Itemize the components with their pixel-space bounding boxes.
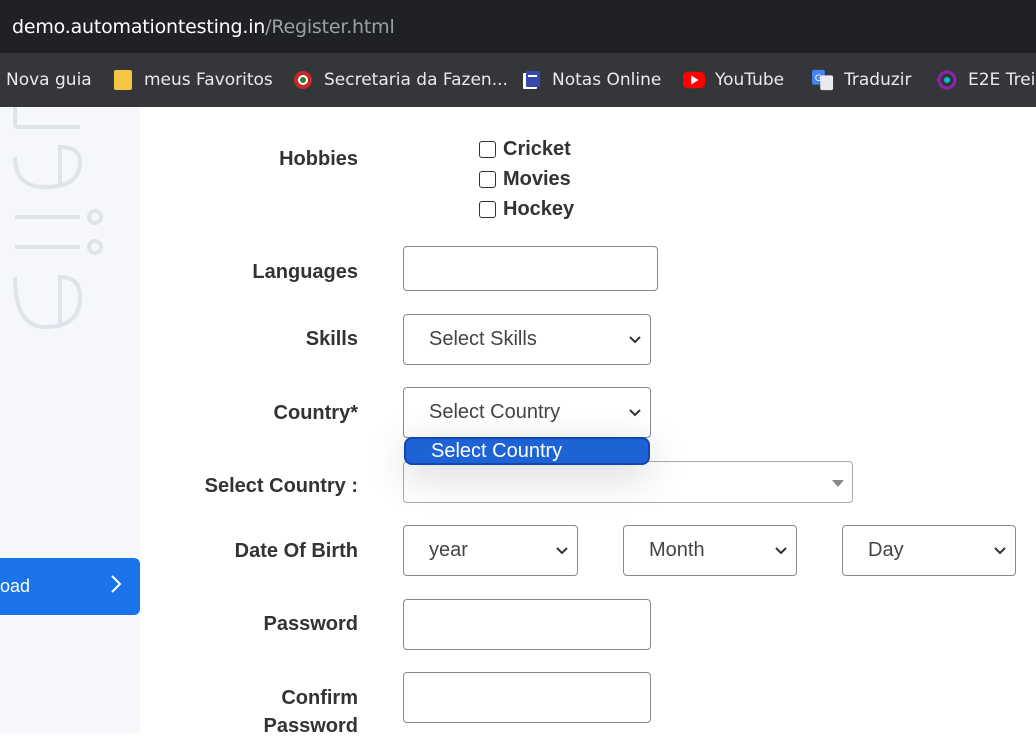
google-translate-icon: G — [812, 69, 834, 91]
svg-text:G: G — [815, 73, 822, 84]
chevron-down-icon — [994, 546, 1006, 554]
dob-year-select[interactable]: year — [403, 525, 578, 576]
bookmark-label: Nova guia — [6, 70, 92, 90]
skills-select[interactable]: Select Skills — [403, 314, 651, 365]
bookmark-label: E2E Trein — [968, 70, 1036, 90]
hobby-label: Hockey — [503, 198, 575, 220]
hobby-hockey[interactable]: Hockey — [479, 198, 574, 221]
bookmark-youtube[interactable]: YouTube — [683, 53, 784, 107]
skills-select-value: Select Skills — [429, 328, 537, 350]
sp-emblem-icon — [292, 69, 314, 91]
languages-input[interactable] — [403, 246, 658, 291]
chevron-right-icon — [110, 574, 122, 599]
bookmarks-bar: Nova guia meus Favoritos Secretaria da F… — [0, 53, 1036, 107]
hobby-label: Cricket — [503, 138, 571, 160]
confirm-label-line2: Password — [263, 715, 358, 737]
bookmark-label: YouTube — [715, 70, 785, 90]
dob-day-value: Day — [868, 539, 904, 561]
select-country-combobox[interactable] — [403, 461, 853, 503]
bookmark-nova-guia[interactable]: Nova guia — [6, 53, 92, 107]
folder-icon — [112, 69, 134, 91]
country-dropdown-option-selected[interactable]: Select Country — [404, 437, 650, 465]
country-label: Country* — [273, 402, 358, 424]
bookmark-traduzir[interactable]: G Traduzir — [812, 53, 912, 107]
confirm-label-line1: Confirm — [281, 687, 358, 709]
hobby-cricket[interactable]: Cricket — [479, 138, 571, 161]
hobby-movies[interactable]: Movies — [479, 168, 571, 191]
checkbox-hockey[interactable] — [479, 201, 496, 218]
dob-year-value: year — [429, 539, 468, 561]
bookmark-e2e[interactable]: E2E Trein — [936, 53, 1036, 107]
password-input[interactable] — [403, 599, 651, 650]
password-label: Password — [263, 613, 358, 635]
e2e-icon — [936, 69, 958, 91]
chevron-down-icon — [775, 546, 787, 554]
watermark-graphic — [13, 107, 103, 330]
youtube-icon — [683, 69, 705, 91]
load-button-label: oad — [0, 576, 31, 596]
left-panel: oad — [0, 107, 140, 733]
bookmark-meus-favoritos[interactable]: meus Favoritos — [112, 53, 273, 107]
bookmark-label: Secretaria da Fazen... — [324, 70, 508, 90]
confirm-password-input[interactable] — [403, 672, 651, 723]
browser-address-bar[interactable]: demo.automationtesting.in/Register.html — [0, 0, 1036, 53]
dob-month-select[interactable]: Month — [623, 525, 797, 576]
bookmark-secretaria[interactable]: Secretaria da Fazen... — [292, 53, 508, 107]
hobbies-label: Hobbies — [279, 148, 358, 170]
checkbox-movies[interactable] — [479, 171, 496, 188]
country-select-value: Select Country — [429, 401, 561, 423]
url-host: demo.automationtesting.in — [12, 16, 266, 38]
load-button[interactable]: oad — [0, 558, 140, 615]
dob-month-value: Month — [649, 539, 705, 561]
chevron-down-icon — [556, 546, 568, 554]
select-country-label: Select Country : — [204, 475, 358, 497]
skills-label: Skills — [305, 328, 358, 350]
hobby-label: Movies — [503, 168, 571, 190]
confirm-password-label: Confirm Password — [264, 684, 358, 740]
bookmark-label: Traduzir — [844, 70, 912, 90]
bookmark-label: Notas Online — [552, 70, 662, 90]
chevron-down-icon — [629, 408, 641, 416]
notas-icon — [520, 69, 542, 91]
country-select[interactable]: Select Country — [403, 387, 651, 438]
dob-label: Date Of Birth — [234, 540, 358, 562]
bookmark-label: meus Favoritos — [144, 70, 273, 90]
checkbox-cricket[interactable] — [479, 141, 496, 158]
languages-label: Languages — [252, 261, 358, 283]
dob-day-select[interactable]: Day — [842, 525, 1016, 576]
dropdown-arrow-icon — [832, 480, 844, 487]
chevron-down-icon — [629, 335, 641, 343]
url-path: /Register.html — [265, 16, 395, 38]
url-text[interactable]: demo.automationtesting.in/Register.html — [12, 16, 395, 38]
bookmark-notas-online[interactable]: Notas Online — [520, 53, 661, 107]
